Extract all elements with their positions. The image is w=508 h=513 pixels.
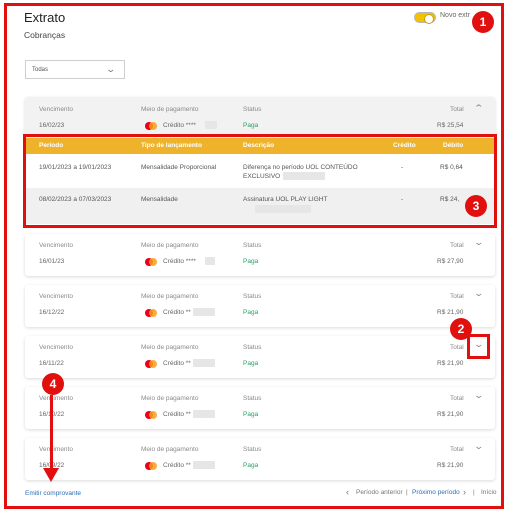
annotation-badge: 1 xyxy=(472,11,494,33)
method-label: Meio de pagamento xyxy=(141,293,199,300)
due-label: Vencimento xyxy=(39,344,73,351)
masked-card-digits xyxy=(205,257,215,265)
status-label: Status xyxy=(243,446,262,453)
chevron-down-icon[interactable]: ⌄ xyxy=(473,237,484,248)
status-label: Status xyxy=(243,242,262,249)
method-label: Meio de pagamento xyxy=(141,395,199,402)
total-label: Total xyxy=(450,344,464,351)
method-label: Meio de pagamento xyxy=(141,446,199,453)
payment-card[interactable]: Vencimento 16/11/22 Meio de pagamento Cr… xyxy=(25,336,495,378)
chevron-down-icon: ⌄ xyxy=(105,64,117,74)
due-value: 16/11/22 xyxy=(39,360,64,367)
annotation-arrow xyxy=(50,395,53,471)
masked-card-digits xyxy=(193,410,215,418)
mastercard-icon xyxy=(145,462,157,470)
due-value: 16/01/23 xyxy=(39,258,65,265)
mastercard-icon xyxy=(145,360,157,368)
payment-card[interactable]: Vencimento 16/10/22 Meio de pagamento Cr… xyxy=(25,387,495,429)
issue-receipt-link[interactable]: Emitir comprovante xyxy=(25,490,81,497)
pager-separator: | xyxy=(473,489,475,496)
status-label: Status xyxy=(243,344,262,351)
payment-card[interactable]: Vencimento 16/09/22 Meio de pagamento Cr… xyxy=(25,438,495,480)
method-value: Crédito ** xyxy=(163,360,191,367)
due-label: Vencimento xyxy=(39,106,73,113)
chevron-right-icon[interactable]: › xyxy=(463,487,466,497)
previous-period-link[interactable]: Período anterior xyxy=(356,489,403,496)
annotation-badge: 3 xyxy=(465,195,487,217)
total-label: Total xyxy=(450,242,464,249)
chevron-left-icon[interactable]: ‹ xyxy=(346,487,349,497)
filter-value: Todas xyxy=(32,67,49,73)
chevron-down-icon[interactable]: ⌄ xyxy=(473,441,484,452)
chevron-down-icon[interactable]: ⌄ xyxy=(473,390,484,401)
payment-card[interactable]: Vencimento 16/01/23 Meio de pagamento Cr… xyxy=(25,234,495,276)
due-value: 16/12/22 xyxy=(39,309,65,316)
due-label: Vencimento xyxy=(39,242,73,249)
total-label: Total xyxy=(450,106,464,113)
masked-card-digits xyxy=(193,359,215,367)
total-value: R$ 21,90 xyxy=(437,360,464,367)
annotation-box-detail xyxy=(23,134,497,228)
status-value: Paga xyxy=(243,411,259,418)
method-value: Crédito ** xyxy=(163,411,191,418)
method-value: Crédito ** xyxy=(163,309,191,316)
page-title: Extrato xyxy=(24,10,66,25)
total-value: R$ 25,54 xyxy=(437,122,464,129)
total-label: Total xyxy=(450,395,464,402)
method-value: Crédito ** xyxy=(163,462,191,469)
mastercard-icon xyxy=(145,258,157,266)
payment-card[interactable]: Vencimento 16/12/22 Meio de pagamento Cr… xyxy=(25,285,495,327)
total-value: R$ 21,90 xyxy=(437,411,464,418)
chevron-down-icon[interactable]: ⌄ xyxy=(473,288,484,299)
mastercard-icon xyxy=(145,309,157,317)
masked-card-digits xyxy=(193,461,215,469)
payment-card[interactable]: Vencimento 16/02/23 Meio de pagamento Cr… xyxy=(25,97,495,139)
status-label: Status xyxy=(243,395,262,402)
annotation-badge: 4 xyxy=(42,373,64,395)
mastercard-icon xyxy=(145,122,157,130)
due-label: Vencimento xyxy=(39,395,73,402)
page-subtitle: Cobranças xyxy=(24,30,66,40)
annotation-arrow-head xyxy=(43,468,59,482)
due-value: 16/02/23 xyxy=(39,122,65,129)
due-label: Vencimento xyxy=(39,446,73,453)
total-value: R$ 27,90 xyxy=(437,258,464,265)
masked-card-digits xyxy=(193,308,215,316)
status-value: Paga xyxy=(243,360,259,367)
chevron-up-icon[interactable]: ⌃ xyxy=(473,103,484,114)
method-value: Crédito **** xyxy=(163,258,196,265)
method-value: Crédito **** xyxy=(163,122,196,129)
pager-separator: | xyxy=(406,489,408,496)
new-statement-toggle-label: Novo extr xyxy=(440,12,470,19)
total-label: Total xyxy=(450,293,464,300)
status-value: Paga xyxy=(243,122,259,129)
total-value: R$ 21,90 xyxy=(437,462,464,469)
annotation-box-expand xyxy=(467,334,490,359)
masked-card-digits xyxy=(205,121,217,129)
method-label: Meio de pagamento xyxy=(141,344,199,351)
mastercard-icon xyxy=(145,411,157,419)
status-value: Paga xyxy=(243,258,259,265)
status-filter-select[interactable]: Todas ⌄ xyxy=(25,60,125,79)
status-value: Paga xyxy=(243,462,259,469)
next-period-link[interactable]: Próximo período xyxy=(412,489,460,496)
start-link[interactable]: Início xyxy=(481,489,497,496)
due-label: Vencimento xyxy=(39,293,73,300)
annotation-badge: 2 xyxy=(450,318,472,340)
status-value: Paga xyxy=(243,309,259,316)
total-value: R$ 21,90 xyxy=(437,309,464,316)
method-label: Meio de pagamento xyxy=(141,106,199,113)
new-statement-toggle[interactable] xyxy=(414,12,436,24)
status-label: Status xyxy=(243,293,262,300)
status-label: Status xyxy=(243,106,262,113)
method-label: Meio de pagamento xyxy=(141,242,199,249)
total-label: Total xyxy=(450,446,464,453)
